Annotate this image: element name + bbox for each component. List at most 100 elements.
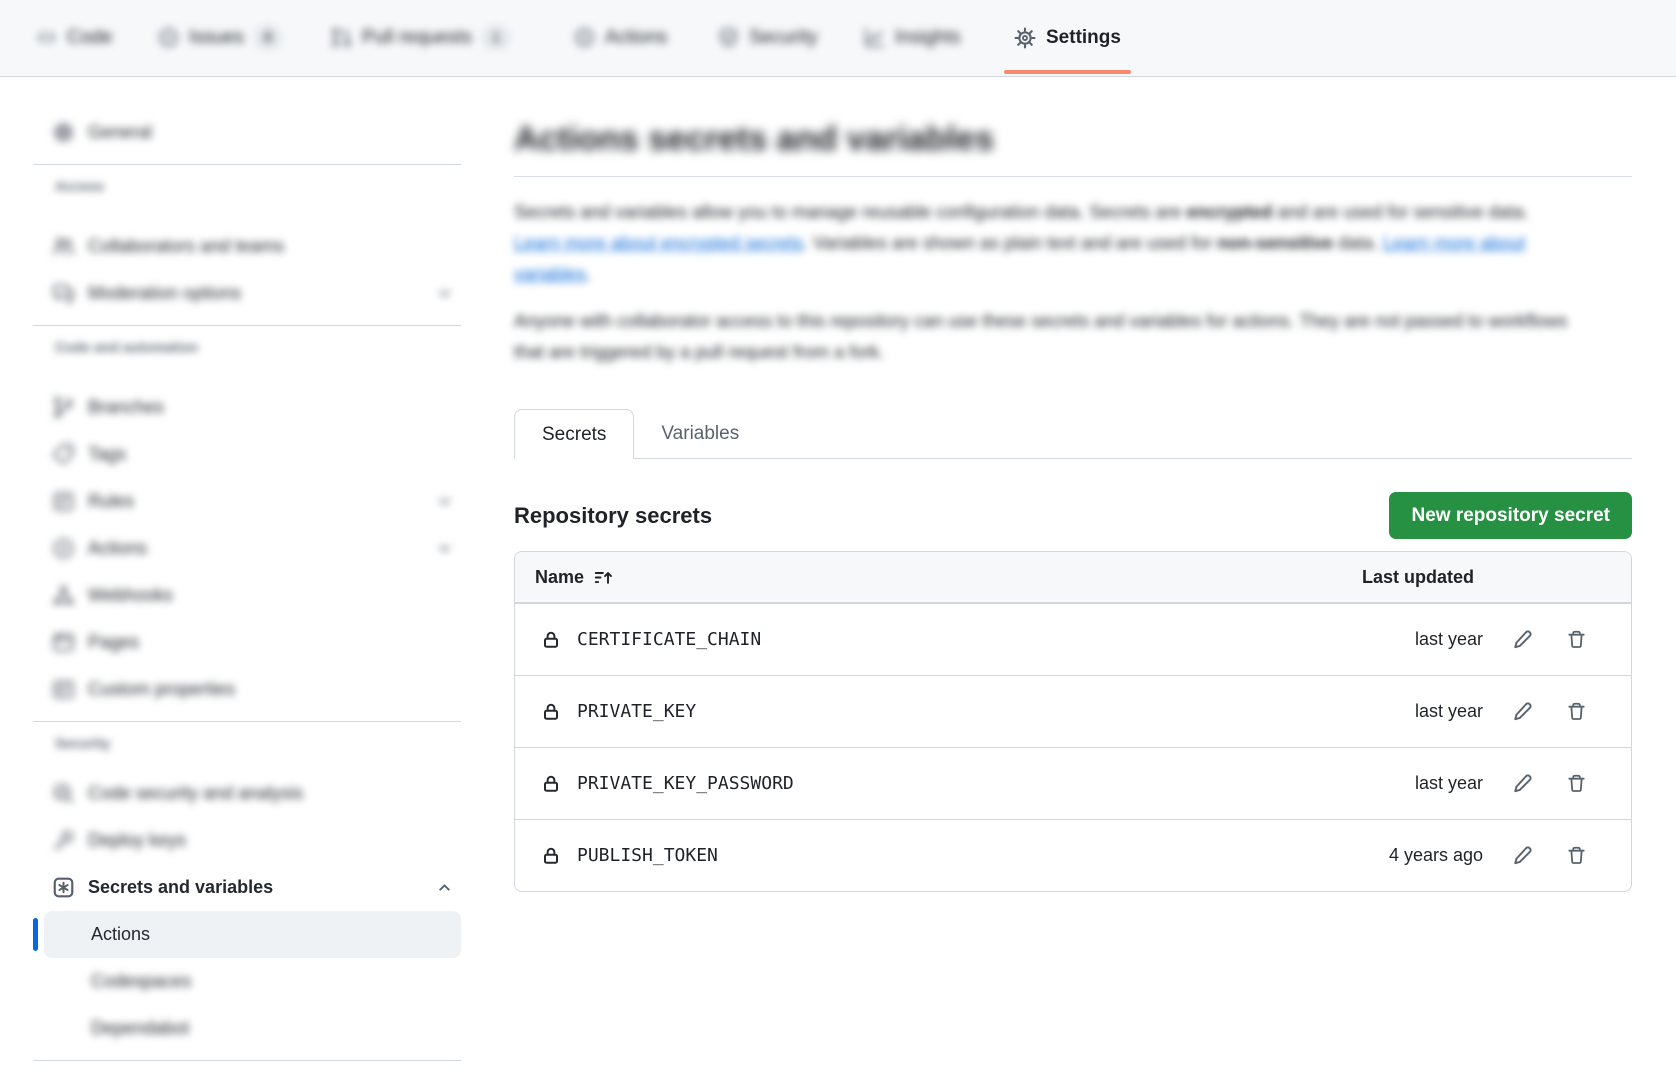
tab-code[interactable]: Code (24, 0, 124, 75)
desc-bold-encrypted: encrypted (1186, 202, 1272, 222)
tab-pull-requests[interactable]: Pull requests 1 (319, 0, 522, 75)
gear-icon (52, 121, 75, 144)
lock-icon (541, 774, 561, 794)
trash-icon (1566, 629, 1587, 650)
shield-icon (718, 27, 739, 48)
link-encrypted-secrets[interactable]: Learn more about encrypted secrets (514, 233, 803, 253)
sidebar-subitem-actions[interactable]: Actions (44, 911, 461, 958)
browser-icon (52, 631, 75, 654)
secrets-variables-tabs: Secrets Variables (514, 409, 1632, 459)
secrets-table-header: Name Last updated (515, 552, 1631, 603)
desc-text: . Variables are shown as plain text and … (803, 233, 1217, 253)
rules-icon (52, 490, 75, 513)
git-branch-icon (52, 396, 75, 419)
play-icon (574, 27, 595, 48)
pull-requests-count-badge: 1 (482, 25, 510, 50)
sidebar-item-label: Custom properties (88, 679, 235, 700)
page-description: Secrets and variables allow you to manag… (514, 197, 1632, 368)
edit-secret-button[interactable] (1507, 841, 1537, 871)
delete-secret-button[interactable] (1561, 841, 1591, 871)
sidebar-item-label: Deploy keys (88, 830, 186, 851)
sidebar-section-access: Access (33, 173, 461, 199)
repository-secrets-heading: Repository secrets (514, 503, 712, 529)
tab-variables[interactable]: Variables (634, 409, 766, 458)
sidebar-subitem-dependabot[interactable]: Dependabot (33, 1005, 461, 1052)
secret-name: PRIVATE_KEY_PASSWORD (577, 773, 794, 794)
chevron-down-icon (436, 540, 453, 557)
play-icon (52, 537, 75, 560)
gear-icon (1014, 27, 1036, 49)
tab-issues[interactable]: Issues 8 (146, 0, 294, 75)
secret-last-updated: last year (1415, 629, 1483, 650)
nav-label: Pull requests (362, 27, 472, 49)
repo-tab-bar: Code Issues 8 Pull requests 1 Actions Se… (0, 0, 1676, 77)
sort-ascending-icon[interactable] (594, 568, 613, 587)
tab-insights[interactable]: Insights (852, 0, 972, 75)
tab-label: Secrets (542, 424, 606, 446)
secret-last-updated: last year (1415, 773, 1483, 794)
edit-secret-button[interactable] (1507, 625, 1537, 655)
desc-text: . (586, 264, 591, 284)
nav-label: Code (67, 27, 112, 49)
sidebar-divider (33, 164, 461, 165)
tab-secrets[interactable]: Secrets (514, 409, 634, 459)
sidebar-item-custom-properties[interactable]: Custom properties (33, 666, 461, 713)
chevron-up-icon (436, 879, 453, 896)
sidebar-item-label: Webhooks (88, 585, 173, 606)
webhook-icon (52, 584, 75, 607)
tab-label: Variables (661, 423, 739, 445)
sidebar-item-rules[interactable]: Rules (33, 478, 461, 525)
nav-label: Settings (1046, 27, 1121, 49)
nav-label: Insights (895, 27, 960, 49)
page-title: Actions secrets and variables (514, 118, 1632, 160)
sidebar-item-deploy-keys[interactable]: Deploy keys (33, 817, 461, 864)
tab-actions[interactable]: Actions (562, 0, 679, 75)
sidebar-item-moderation-options[interactable]: Moderation options (33, 270, 461, 317)
sidebar-item-code-security[interactable]: Code security and analysis (33, 770, 461, 817)
sidebar-item-label: Secrets and variables (88, 877, 273, 898)
tag-icon (52, 443, 75, 466)
desc-text: and are used for sensitive data. (1272, 202, 1528, 222)
column-header-name: Name (535, 567, 584, 588)
sidebar-divider (33, 325, 461, 326)
note-icon (52, 678, 75, 701)
pencil-icon (1511, 701, 1533, 723)
secret-name: PRIVATE_KEY (577, 701, 696, 722)
lock-icon (541, 702, 561, 722)
desc-bold-non-sensitive: non-sensitive (1217, 233, 1333, 253)
table-row: CERTIFICATE_CHAIN last year (515, 603, 1631, 675)
delete-secret-button[interactable] (1561, 625, 1591, 655)
people-icon (52, 235, 75, 258)
delete-secret-button[interactable] (1561, 769, 1591, 799)
secret-name: PUBLISH_TOKEN (577, 845, 718, 866)
sidebar-item-label: Tags (88, 444, 126, 465)
edit-secret-button[interactable] (1507, 697, 1537, 727)
nav-label: Issues (189, 27, 244, 49)
sidebar-item-branches[interactable]: Branches (33, 384, 461, 431)
key-asterisk-icon (52, 876, 75, 899)
description-paragraph-2: Anyone with collaborator access to this … (514, 306, 1594, 368)
sidebar-subitem-codespaces[interactable]: Codespaces (33, 958, 461, 1005)
sidebar-item-tags[interactable]: Tags (33, 431, 461, 478)
nav-label: Actions (605, 27, 667, 49)
tab-security[interactable]: Security (706, 0, 830, 75)
new-repository-secret-button[interactable]: New repository secret (1389, 492, 1632, 539)
trash-icon (1566, 701, 1587, 722)
tab-settings[interactable]: Settings (1002, 0, 1133, 75)
sidebar-item-label: Actions (91, 924, 150, 945)
sidebar-item-secrets-and-variables[interactable]: Secrets and variables (33, 864, 461, 911)
sidebar-item-general[interactable]: General (33, 109, 461, 156)
sidebar-item-label: Collaborators and teams (88, 236, 284, 257)
sidebar-item-webhooks[interactable]: Webhooks (33, 572, 461, 619)
delete-secret-button[interactable] (1561, 697, 1591, 727)
sidebar-item-pages[interactable]: Pages (33, 619, 461, 666)
trash-icon (1566, 845, 1587, 866)
issues-count-badge: 8 (254, 25, 282, 50)
chevron-down-icon (436, 285, 453, 302)
sidebar-item-collaborators[interactable]: Collaborators and teams (33, 223, 461, 270)
edit-secret-button[interactable] (1507, 769, 1537, 799)
description-paragraph-1: Secrets and variables allow you to manag… (514, 197, 1570, 290)
nav-label: Security (749, 27, 818, 49)
sidebar-item-actions[interactable]: Actions (33, 525, 461, 572)
chevron-down-icon (436, 493, 453, 510)
